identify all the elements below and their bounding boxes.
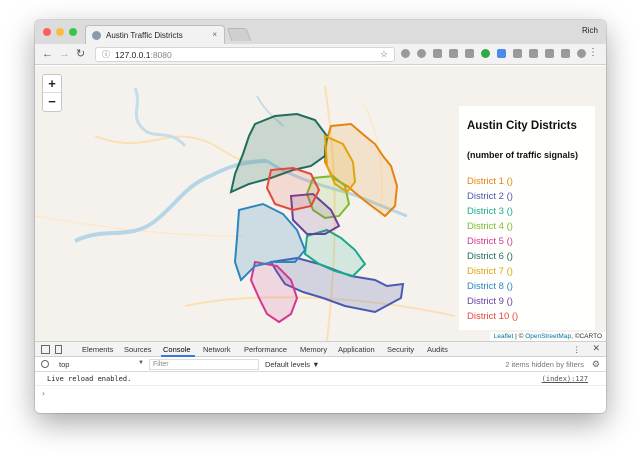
- extension-icon-8[interactable]: [513, 49, 522, 58]
- console-filterbar: top ▼ Filter Default levels ▼ 2 items hi…: [35, 357, 606, 372]
- legend-item-district-8: District 8 (): [467, 281, 513, 292]
- map-legend: Austin City Districts (number of traffic…: [459, 106, 595, 330]
- log-levels-dropdown[interactable]: Default levels ▼: [265, 360, 320, 369]
- prompt-chevron-icon: ›: [41, 389, 46, 398]
- legend-subtitle: (number of traffic signals): [467, 150, 579, 160]
- gear-icon[interactable]: ⚙: [592, 359, 600, 370]
- inspect-element-icon[interactable]: [41, 345, 50, 354]
- devtools-close-icon[interactable]: ✕: [592, 343, 600, 354]
- devtools-menu-icon[interactable]: ⋮: [573, 345, 581, 354]
- devtools-tabbar: Elements Sources Console Network Perform…: [35, 342, 606, 357]
- tab-sources[interactable]: Sources: [124, 345, 152, 354]
- reload-button[interactable]: ↻: [76, 47, 85, 61]
- zoom-in-button[interactable]: +: [43, 75, 61, 93]
- tab-console[interactable]: Console: [163, 345, 191, 354]
- attribution-separator: | ©: [513, 333, 526, 340]
- extension-icon-10[interactable]: [545, 49, 554, 58]
- console-message-text: Live reload enabled.: [47, 375, 132, 383]
- browser-tab[interactable]: Austin Traffic Districts ×: [85, 25, 225, 44]
- cast-icon[interactable]: [561, 49, 570, 58]
- legend-item-district-9: District 9 (): [467, 296, 513, 307]
- legend-item-district-2: District 2 (): [467, 191, 513, 202]
- context-selector[interactable]: top: [59, 360, 69, 369]
- star-icon[interactable]: ☆: [380, 49, 388, 60]
- tab-security[interactable]: Security: [387, 345, 414, 354]
- extension-icon-3[interactable]: [433, 49, 442, 58]
- browser-window: Austin Traffic Districts × Rich ← → ↻ ⓘ …: [35, 20, 606, 413]
- back-button[interactable]: ←: [42, 47, 53, 61]
- clear-console-icon[interactable]: [41, 360, 49, 368]
- extension-icon-1[interactable]: [401, 49, 410, 58]
- map-attribution: Leaflet | © OpenStreetMap, ©CARTO: [489, 332, 606, 341]
- tab-performance[interactable]: Performance: [244, 345, 287, 354]
- title-bar: Austin Traffic Districts × Rich: [35, 20, 606, 44]
- device-toolbar-icon[interactable]: [55, 345, 62, 354]
- extension-icon-9[interactable]: [529, 49, 538, 58]
- legend-title: Austin City Districts: [467, 120, 577, 132]
- tab-network[interactable]: Network: [203, 345, 231, 354]
- forward-button[interactable]: →: [59, 47, 70, 61]
- new-tab-button[interactable]: [226, 28, 252, 41]
- legend-item-district-5: District 5 (): [467, 236, 513, 247]
- extension-icon-2[interactable]: [417, 49, 426, 58]
- legend-list: District 1 () District 2 () District 3 () D…: [467, 174, 587, 324]
- browser-toolbar: ← → ↻ ⓘ 127.0.0.1:8080 ☆ ⋮: [35, 44, 606, 65]
- legend-item-district-7: District 7 (): [467, 266, 513, 277]
- close-window-button[interactable]: [43, 28, 51, 36]
- info-circle-icon[interactable]: ⓘ: [102, 49, 110, 60]
- minimize-window-button[interactable]: [56, 28, 64, 36]
- console-filter-input[interactable]: Filter: [149, 359, 259, 370]
- tab-audits[interactable]: Audits: [427, 345, 448, 354]
- browser-menu-icon[interactable]: ⋮: [588, 47, 598, 58]
- console-prompt[interactable]: ›: [35, 386, 606, 400]
- tab-application[interactable]: Application: [338, 345, 375, 354]
- legend-item-district-3: District 3 (): [467, 206, 513, 217]
- district-10-polygon[interactable]: [265, 166, 321, 212]
- legend-item-district-10: District 10 (): [467, 311, 519, 322]
- url-host: 127.0.0.1: [115, 49, 151, 60]
- hidden-items-count: 2 items hidden by filters: [505, 360, 584, 369]
- extension-icon-6[interactable]: [481, 49, 490, 58]
- address-bar[interactable]: ⓘ 127.0.0.1:8080 ☆: [95, 47, 395, 62]
- chevron-down-icon[interactable]: ▼: [138, 360, 144, 366]
- tab-memory[interactable]: Memory: [300, 345, 327, 354]
- extension-icon-4[interactable]: [449, 49, 458, 58]
- console-message: Live reload enabled. (index):127: [35, 372, 606, 386]
- globe-icon: [92, 30, 101, 40]
- map-viewport[interactable]: + − Austin City Districts (number of tra…: [35, 66, 606, 341]
- leaflet-link[interactable]: Leaflet: [494, 333, 514, 340]
- extension-icon-5[interactable]: [465, 49, 474, 58]
- console-message-source[interactable]: (index):127: [542, 375, 588, 383]
- carto-credit: , ©CARTO: [571, 333, 602, 340]
- tab-elements[interactable]: Elements: [82, 345, 113, 354]
- zoom-out-button[interactable]: −: [43, 93, 61, 111]
- maximize-window-button[interactable]: [69, 28, 77, 36]
- zoom-control: + −: [42, 74, 62, 112]
- legend-item-district-4: District 4 (): [467, 221, 513, 232]
- legend-item-district-6: District 6 (): [467, 251, 513, 262]
- tab-close-icon[interactable]: ×: [212, 30, 217, 39]
- osm-link[interactable]: OpenStreetMap: [525, 333, 571, 340]
- extension-icon-7[interactable]: [497, 49, 506, 58]
- legend-item-district-1: District 1 (): [467, 176, 513, 187]
- devtools-panel: Elements Sources Console Network Perform…: [35, 341, 606, 413]
- url-port: :8080: [150, 49, 172, 60]
- tab-title: Austin Traffic Districts: [106, 30, 183, 40]
- extension-icon-11[interactable]: [577, 49, 586, 58]
- profile-name[interactable]: Rich: [582, 26, 598, 35]
